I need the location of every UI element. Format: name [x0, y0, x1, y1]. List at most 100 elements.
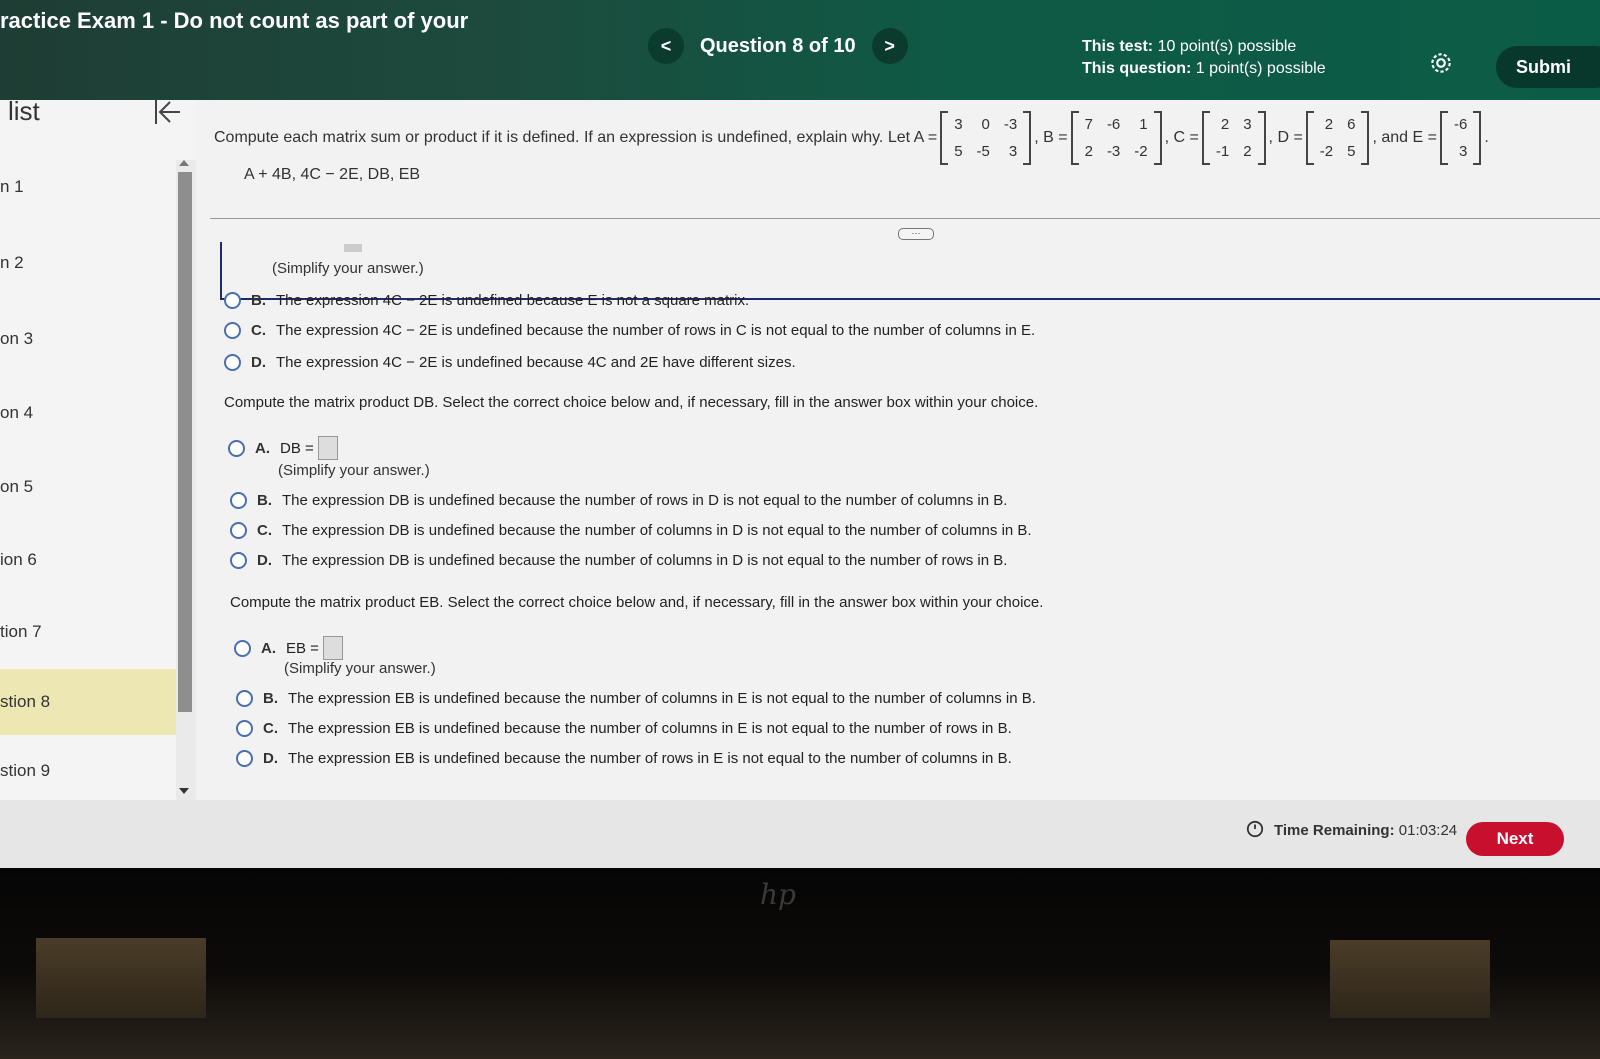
- db-question: Compute the matrix product DB. Select th…: [224, 394, 1039, 411]
- radio-button[interactable]: [236, 720, 253, 737]
- radio-button[interactable]: [228, 439, 245, 457]
- choice-letter: A.: [255, 439, 270, 457]
- choice-db-d[interactable]: D. The expression DB is undefined becaus…: [230, 552, 1007, 569]
- choice-text: The expression EB is undefined because t…: [288, 750, 1012, 767]
- choice-db-c[interactable]: C. The expression DB is undefined becaus…: [230, 522, 1032, 539]
- prompt-text: Compute each matrix sum or product if it…: [214, 129, 938, 146]
- matrix-b-cell: 2: [1084, 143, 1093, 160]
- sidebar-item-question-3[interactable]: on 3: [0, 306, 196, 372]
- db-answer-box[interactable]: [317, 436, 338, 460]
- choice-text: The expression EB is undefined because t…: [288, 690, 1036, 707]
- radio-button[interactable]: [224, 292, 241, 309]
- choice-4c2e-d[interactable]: D. The expression 4C − 2E is undefined b…: [224, 354, 796, 371]
- matrix-c: 2 3 -1 2: [1201, 111, 1266, 165]
- next-question-button[interactable]: >: [871, 28, 908, 64]
- scroll-down-arrow-icon[interactable]: [179, 788, 189, 794]
- footer-bar: Time Remaining: 01:03:24 Next: [0, 800, 1600, 868]
- test-points-value: 10 point(s) possible: [1157, 38, 1297, 55]
- matrix-a-cell: -5: [976, 143, 990, 160]
- choice-text: The expression DB is undefined because t…: [282, 522, 1032, 539]
- sidebar-item-question-4[interactable]: on 4: [0, 380, 196, 446]
- matrix-e-label: , and E =: [1372, 129, 1437, 146]
- choice-text: EB =: [286, 639, 319, 657]
- sidebar-scrollbar[interactable]: [176, 160, 196, 800]
- problem-prompt: Compute each matrix sum or product if it…: [214, 110, 1489, 166]
- question-counter: Question 8 of 10: [700, 34, 856, 57]
- collapse-sidebar-icon[interactable]: [150, 96, 182, 128]
- sidebar-item-question-9[interactable]: stion 9: [0, 738, 196, 804]
- matrix-a-cell: -3: [1003, 116, 1018, 133]
- left-hinge: [36, 938, 206, 1018]
- sidebar-item-question-8[interactable]: stion 8: [0, 669, 196, 735]
- choice-eb-c[interactable]: C. The expression EB is undefined becaus…: [236, 720, 1012, 737]
- matrix-b-cell: 7: [1084, 116, 1093, 133]
- choice-eb-a[interactable]: A. EB =: [234, 636, 343, 660]
- matrix-e-cell: 3: [1458, 143, 1468, 160]
- choice-text: DB =: [280, 439, 314, 457]
- matrix-b-cell: -3: [1106, 143, 1121, 160]
- sidebar-item-question-6[interactable]: ion 6: [0, 527, 196, 593]
- simplify-note: (Simplify your answer.): [284, 660, 436, 677]
- time-remaining: Time Remaining: 01:03:24: [1274, 822, 1457, 839]
- choice-4c2e-c[interactable]: C. The expression 4C − 2E is undefined b…: [224, 322, 1035, 339]
- right-hinge: [1330, 940, 1490, 1018]
- sidebar-item-question-5[interactable]: on 5: [0, 454, 196, 520]
- radio-button[interactable]: [230, 552, 247, 569]
- expressions-list: A + 4B, 4C − 2E, DB, EB: [244, 166, 421, 183]
- question-points-label: This question:: [1082, 60, 1192, 77]
- timer-value: 01:03:24: [1398, 822, 1458, 839]
- matrix-d-label: , D =: [1268, 129, 1303, 146]
- next-button[interactable]: Next: [1466, 822, 1564, 856]
- choice-letter: D.: [263, 750, 278, 767]
- radio-button[interactable]: [236, 750, 253, 767]
- radio-button[interactable]: [230, 492, 247, 509]
- top-bar: ractice Exam 1 - Do not count as part of…: [0, 0, 1600, 100]
- matrix-d-cell: 2: [1324, 116, 1334, 133]
- matrix-b-label: , B =: [1034, 129, 1068, 146]
- exam-title: ractice Exam 1 - Do not count as part of…: [0, 8, 469, 33]
- matrix-b-cell: 1: [1139, 116, 1148, 133]
- eb-question: Compute the matrix product EB. Select th…: [230, 594, 1044, 611]
- laptop-bezel: hp: [0, 868, 1600, 1059]
- submit-button[interactable]: Submi: [1496, 46, 1600, 88]
- choice-text: The expression DB is undefined because t…: [282, 492, 1008, 509]
- choice-text: The expression 4C − 2E is undefined beca…: [276, 292, 750, 309]
- choice-eb-d[interactable]: D. The expression EB is undefined becaus…: [236, 750, 1012, 767]
- choice-db-a[interactable]: A. DB =: [228, 436, 338, 460]
- radio-button[interactable]: [236, 690, 253, 707]
- choice-db-b[interactable]: B. The expression DB is undefined becaus…: [230, 492, 1007, 509]
- prompt-end: .: [1484, 129, 1489, 146]
- choice-letter: D.: [257, 552, 272, 569]
- scroll-thumb[interactable]: [178, 172, 192, 712]
- matrix-d-cell: -2: [1319, 143, 1334, 160]
- sidebar-item-question-7[interactable]: tion 7: [0, 599, 196, 665]
- matrix-d-cell: 5: [1347, 143, 1356, 160]
- matrix-d: 2 6 -2 5: [1305, 111, 1370, 165]
- sidebar-item-question-1[interactable]: n 1: [0, 154, 196, 220]
- radio-button[interactable]: [234, 639, 251, 657]
- matrix-b: 7 -6 1 2 -3 -2: [1070, 111, 1162, 165]
- matrix-a-cell: 3: [954, 116, 963, 133]
- gear-icon[interactable]: [1428, 50, 1454, 76]
- matrix-c-label: , C =: [1164, 129, 1199, 146]
- scroll-up-arrow-icon[interactable]: [179, 160, 189, 166]
- eb-answer-box[interactable]: [322, 636, 343, 660]
- choice-text: The expression 4C − 2E is undefined beca…: [276, 322, 1036, 339]
- choice-letter: C.: [257, 522, 272, 539]
- radio-button[interactable]: [224, 322, 241, 339]
- choice-letter: B.: [257, 492, 272, 509]
- hp-logo: hp: [760, 878, 796, 911]
- choice-eb-b[interactable]: B. The expression EB is undefined becaus…: [236, 690, 1036, 707]
- question-content: Compute each matrix sum or product if it…: [196, 100, 1600, 800]
- browser-screen: ractice Exam 1 - Do not count as part of…: [0, 0, 1600, 868]
- resize-handle[interactable]: ···: [898, 228, 934, 240]
- previous-question-button[interactable]: <: [648, 28, 684, 64]
- choice-text: The expression DB is undefined because t…: [282, 552, 1008, 569]
- radio-button[interactable]: [230, 522, 247, 539]
- choice-4c2e-b[interactable]: B. The expression 4C − 2E is undefined b…: [224, 292, 749, 309]
- radio-button[interactable]: [224, 354, 241, 371]
- choice-text: The expression EB is undefined because t…: [288, 720, 1012, 737]
- sidebar-item-question-2[interactable]: n 2: [0, 230, 196, 296]
- answer-box-4c-2e[interactable]: [344, 244, 362, 252]
- matrix-a: 3 0 -3 5 -5 3: [940, 111, 1032, 165]
